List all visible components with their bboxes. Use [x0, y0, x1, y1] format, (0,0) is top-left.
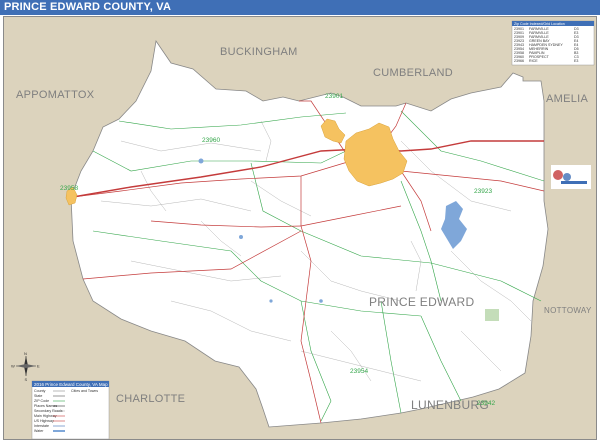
neighbor-label: NOTTOWAY: [544, 306, 592, 315]
zip-table-header: Zip Code Indexed/Grid Location: [514, 22, 565, 26]
legend-item-label: Water: [34, 429, 44, 433]
zip-label: 23923: [474, 188, 492, 195]
compass-west: W: [11, 364, 15, 369]
pond: [239, 235, 243, 239]
neighbor-label: APPOMATTOX: [16, 89, 95, 101]
compass-east: E: [37, 364, 40, 369]
pond: [198, 158, 204, 164]
title-bar: PRINCE EDWARD COUNTY, VA: [0, 0, 600, 15]
zip-label: 23954: [350, 368, 368, 375]
map-canvas[interactable]: BUCKINGHAM CUMBERLAND APPOMATTOX AMELIA …: [3, 16, 597, 440]
legend-item-label: Interstate: [34, 424, 49, 428]
zip-table-cell: E3: [574, 59, 578, 63]
neighbor-label: BUCKINGHAM: [220, 46, 298, 58]
zip-label: 23942: [477, 400, 495, 407]
park: [485, 309, 499, 321]
zip-table-cell: RICE: [529, 59, 538, 63]
logo: [551, 165, 591, 189]
zip-label: 23901: [325, 93, 343, 100]
neighbor-label: AMELIA: [546, 93, 589, 105]
pond: [319, 299, 323, 303]
legend: 2016 Prince Edward County, VA Map Cities…: [31, 380, 110, 439]
legend-title: 2016 Prince Edward County, VA Map: [34, 382, 108, 387]
legend-item-label: County: [34, 389, 46, 393]
compass-south: S: [25, 377, 28, 382]
legend-item-label: ZIP Code: [34, 399, 49, 403]
zip-index-table: Zip Code Indexed/Grid Location 23901 FARM…: [511, 20, 595, 66]
compass-north: N: [24, 351, 27, 356]
legend-item-label: US Highway: [34, 419, 54, 423]
legend-item-label: State: [34, 394, 42, 398]
zip-table-cell: 23966: [514, 59, 524, 63]
pond: [269, 299, 273, 303]
neighbor-label: CHARLOTTE: [116, 393, 185, 405]
map-svg: BUCKINGHAM CUMBERLAND APPOMATTOX AMELIA …: [4, 17, 596, 439]
zip-label: 23958: [60, 185, 78, 192]
neighbor-label: CUMBERLAND: [373, 67, 453, 79]
map-title: PRINCE EDWARD COUNTY, VA: [4, 1, 172, 13]
legend-column-header: Cities and Towns: [71, 389, 98, 393]
county-label: PRINCE EDWARD: [369, 295, 474, 309]
zip-label: 23960: [202, 137, 220, 144]
